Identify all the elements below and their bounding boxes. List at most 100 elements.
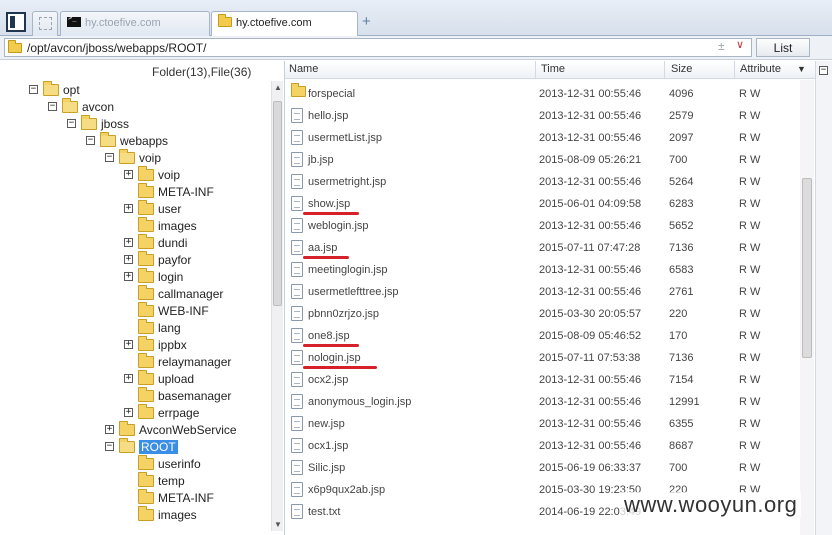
- file-row[interactable]: show.jsp 2015-06-01 04:09:58 6283 R W: [285, 193, 801, 215]
- expand-icon[interactable]: +: [124, 255, 133, 264]
- file-row[interactable]: forspecial 2013-12-31 00:55:46 4096 R W: [285, 83, 801, 105]
- tree-node-label: WEB-INF: [158, 304, 209, 318]
- file-name: show.jsp: [308, 198, 351, 210]
- column-divider[interactable]: [664, 61, 665, 79]
- tab-file-manager[interactable]: hy.ctoefive.com: [211, 11, 358, 37]
- scroll-thumb[interactable]: [802, 178, 812, 358]
- file-time: 2013-12-31 00:55:46: [539, 132, 642, 144]
- file-row[interactable]: pbnn0zrjzo.jsp 2015-03-30 20:05:57 220 R W: [285, 303, 801, 325]
- scroll-thumb[interactable]: [273, 101, 282, 306]
- tree-node-label: callmanager: [158, 287, 224, 301]
- file-row[interactable]: usermetList.jsp 2013-12-31 00:55:46 2097 R …: [285, 127, 801, 149]
- file-row[interactable]: nologin.jsp 2015-07-11 07:53:38 7136 R W: [285, 347, 801, 369]
- scroll-up-icon[interactable]: ▲: [274, 83, 282, 92]
- file-name: jb.jsp: [308, 154, 334, 166]
- file-row[interactable]: usermetlefttree.jsp 2013-12-31 00:55:46 27…: [285, 281, 801, 303]
- file-attribute: R W: [739, 220, 761, 232]
- file-icon: [291, 108, 303, 123]
- folder-icon: [291, 83, 306, 97]
- file-row[interactable]: hello.jsp 2013-12-31 00:55:46 2579 R W: [285, 105, 801, 127]
- file-attribute: R W: [739, 242, 761, 254]
- column-name[interactable]: Name: [289, 63, 318, 75]
- file-size: 7136: [669, 352, 694, 364]
- collapse-icon[interactable]: −: [67, 119, 76, 128]
- collapse-icon[interactable]: −: [48, 102, 57, 111]
- path-clear-icon[interactable]: ±: [718, 39, 725, 53]
- file-row[interactable]: jb.jsp 2015-08-09 05:26:21 700 R W: [285, 149, 801, 171]
- file-time: 2013-12-31 00:55:46: [539, 440, 642, 452]
- file-row[interactable]: new.jsp 2013-12-31 00:55:46 6355 R W: [285, 413, 801, 435]
- expand-icon[interactable]: +: [124, 408, 133, 417]
- expand-icon[interactable]: +: [124, 204, 133, 213]
- file-icon: [291, 394, 303, 409]
- column-size[interactable]: Size: [671, 63, 692, 75]
- collapse-icon[interactable]: −: [819, 66, 828, 75]
- collapse-icon[interactable]: −: [105, 153, 114, 162]
- column-attribute[interactable]: Attribute: [740, 63, 781, 75]
- file-size: 4096: [669, 88, 694, 100]
- column-time[interactable]: Time: [541, 63, 565, 75]
- file-attribute: R W: [739, 198, 761, 210]
- tree-node-label: upload: [158, 372, 195, 386]
- file-row[interactable]: usermetright.jsp 2013-12-31 00:55:46 5264 R…: [285, 171, 801, 193]
- file-name: new.jsp: [308, 418, 345, 430]
- expand-icon[interactable]: +: [124, 238, 133, 247]
- expand-icon[interactable]: +: [124, 340, 133, 349]
- file-name: hello.jsp: [308, 110, 349, 122]
- tree-node-label: META-INF: [158, 491, 214, 505]
- file-size: 6583: [669, 264, 694, 276]
- file-row[interactable]: one8.jsp 2015-08-09 05:46:52 170 R W: [285, 325, 801, 347]
- tree-node-label: errpage: [158, 406, 200, 420]
- expand-icon[interactable]: +: [105, 425, 114, 434]
- file-icon: [291, 350, 303, 365]
- folder-icon: [138, 200, 154, 215]
- file-size: 2097: [669, 132, 694, 144]
- tree-node-label: avcon: [82, 100, 115, 114]
- tree-node-label: lang: [158, 321, 181, 335]
- list-scrollbar[interactable]: [800, 80, 814, 535]
- file-attribute: R W: [739, 440, 761, 452]
- tab-blank[interactable]: [32, 11, 58, 36]
- file-row[interactable]: anonymous_login.jsp 2013-12-31 00:55:46 12…: [285, 391, 801, 413]
- file-size: 2579: [669, 110, 694, 122]
- expand-icon[interactable]: +: [124, 272, 133, 281]
- file-row[interactable]: aa.jsp 2015-07-11 07:47:28 7136 R W: [285, 237, 801, 259]
- collapse-icon[interactable]: −: [86, 136, 95, 145]
- collapse-icon[interactable]: −: [29, 85, 38, 94]
- file-icon: [291, 284, 303, 299]
- new-tab-button[interactable]: +: [362, 13, 371, 30]
- file-row[interactable]: ocx2.jsp 2013-12-31 00:55:46 7154 R W: [285, 369, 801, 391]
- file-row[interactable]: meetinglogin.jsp 2013-12-31 00:55:46 6583 R…: [285, 259, 801, 281]
- column-divider[interactable]: [734, 61, 735, 79]
- tree-scrollbar[interactable]: ▲ ▼: [271, 81, 283, 531]
- window-menu-icon[interactable]: [6, 12, 26, 32]
- list-button[interactable]: List: [756, 38, 810, 57]
- file-row[interactable]: Silic.jsp 2015-06-19 06:33:37 700 R W: [285, 457, 801, 479]
- path-dropdown-icon[interactable]: ∨: [736, 38, 744, 51]
- file-row[interactable]: ocx1.jsp 2013-12-31 00:55:46 8687 R W: [285, 435, 801, 457]
- file-name: ocx1.jsp: [308, 440, 349, 452]
- file-size: 8687: [669, 440, 694, 452]
- expand-icon[interactable]: +: [124, 374, 133, 383]
- file-attribute: R W: [739, 396, 761, 408]
- file-size: 7154: [669, 374, 694, 386]
- file-name: one8.jsp: [308, 330, 350, 342]
- column-sort-icon[interactable]: ▼: [797, 64, 806, 74]
- folder-icon: [138, 472, 154, 487]
- path-input[interactable]: /opt/avcon/jboss/webapps/ROOT/: [4, 38, 752, 57]
- file-name: anonymous_login.jsp: [308, 396, 412, 408]
- expand-icon[interactable]: +: [124, 170, 133, 179]
- collapse-icon[interactable]: −: [105, 442, 114, 451]
- tab-terminal[interactable]: hy.ctoefive.com: [60, 11, 210, 36]
- file-name: usermetlefttree.jsp: [308, 286, 399, 298]
- blank-page-icon: [39, 17, 52, 30]
- file-size: 700: [669, 154, 688, 166]
- terminal-icon: [67, 14, 81, 27]
- file-attribute: R W: [739, 308, 761, 320]
- file-row[interactable]: weblogin.jsp 2013-12-31 00:55:46 5652 R W: [285, 215, 801, 237]
- file-size: 6355: [669, 418, 694, 430]
- scroll-down-icon[interactable]: ▼: [274, 520, 282, 529]
- column-divider[interactable]: [535, 61, 536, 79]
- file-size: 5264: [669, 176, 694, 188]
- file-list: Name Time Size Attribute ▼ forspecial 201…: [285, 61, 815, 535]
